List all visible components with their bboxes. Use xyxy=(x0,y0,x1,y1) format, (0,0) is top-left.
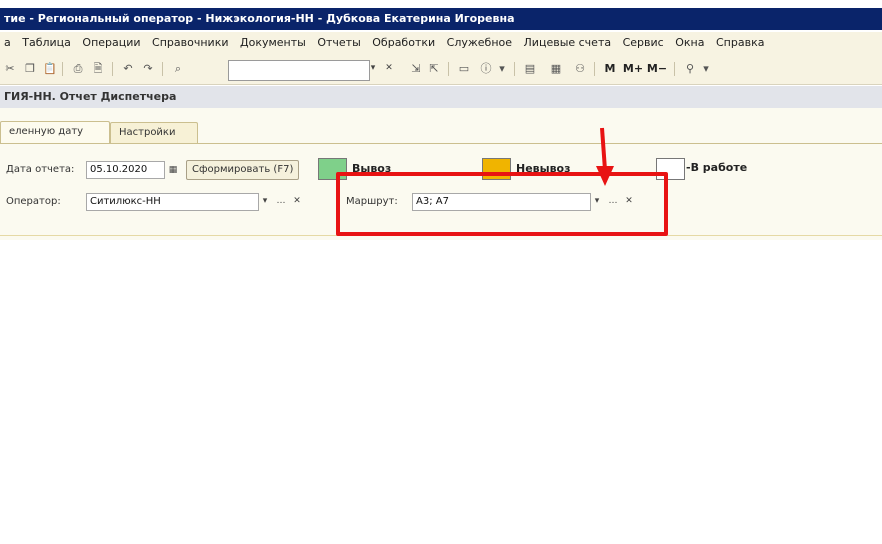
menu-item-reports[interactable]: Отчеты xyxy=(313,36,364,49)
menu-item-accounts[interactable]: Лицевые счета xyxy=(520,36,616,49)
operator-field[interactable]: Ситилюкс-НН xyxy=(86,193,259,211)
memory-button[interactable]: M xyxy=(602,61,618,77)
clear-icon[interactable]: ✕ xyxy=(290,194,304,208)
menu-item-processing[interactable]: Обработки xyxy=(368,36,439,49)
toolbar-separator xyxy=(162,62,163,76)
tab-selected-date[interactable]: еленную дату xyxy=(0,121,110,144)
annotation-arrow-icon xyxy=(596,127,614,186)
search-prev-icon[interactable]: ⇱ xyxy=(426,61,442,77)
app-window: тие - Региональный оператор - Нижэкологи… xyxy=(0,0,882,544)
menu-item-windows[interactable]: Окна xyxy=(671,36,708,49)
redo-icon[interactable]: ↷ xyxy=(140,61,156,77)
menu-item-service[interactable]: Сервис xyxy=(619,36,668,49)
chevron-down-icon[interactable]: ▾ xyxy=(366,61,380,75)
ellipsis-icon[interactable]: … xyxy=(274,194,288,208)
memory-minus-button[interactable]: M− xyxy=(646,61,668,77)
menu-item-table[interactable]: Таблица xyxy=(18,36,75,49)
preview-icon[interactable]: 🗎 xyxy=(90,61,106,77)
toolbar-separator xyxy=(112,62,113,76)
menu-item-documents[interactable]: Документы xyxy=(236,36,310,49)
find-icon[interactable]: ⌕ xyxy=(170,61,186,77)
menu-bar: а Таблица Операции Справочники Документы… xyxy=(0,32,882,54)
toolbar-separator xyxy=(62,62,63,76)
cut-icon[interactable]: ✂ xyxy=(2,61,18,77)
report-date-field[interactable]: 05.10.2020 xyxy=(86,161,165,179)
dropdown-icon[interactable]: ▾ xyxy=(494,61,510,77)
dropdown-icon[interactable]: ▾ xyxy=(698,61,714,77)
chevron-down-icon[interactable]: ▾ xyxy=(258,194,272,208)
menu-item-service-internal[interactable]: Служебное xyxy=(443,36,516,49)
operator-label: Оператор: xyxy=(6,196,61,207)
menu-item-references[interactable]: Справочники xyxy=(148,36,232,49)
toolbar-separator xyxy=(448,62,449,76)
menu-item-file[interactable]: а xyxy=(0,36,15,49)
info-icon[interactable]: ⓘ xyxy=(478,61,494,77)
settings-icon[interactable]: ⚲ xyxy=(682,61,698,77)
paste-icon[interactable]: 📋 xyxy=(42,61,58,77)
list-icon[interactable]: ▤ xyxy=(522,61,538,77)
undo-icon[interactable]: ↶ xyxy=(120,61,136,77)
window-icon[interactable]: ▭ xyxy=(456,61,472,77)
tab-divider xyxy=(0,143,882,144)
report-date-label: Дата отчета: xyxy=(6,164,75,175)
window-title: тие - Региональный оператор - Нижэкологи… xyxy=(0,8,882,30)
search-next-icon[interactable]: ⇲ xyxy=(408,61,424,77)
users-icon[interactable]: ⚇ xyxy=(572,61,588,77)
generate-button[interactable]: Сформировать (F7) xyxy=(186,160,300,180)
clear-icon[interactable]: ✕ xyxy=(382,61,396,75)
toolbar: ✂ ❐ 📋 ⎙ 🗎 ↶ ↷ ⌕ ▾ ✕ ⇲ ⇱ ▭ ⓘ ▾ ▤ ▦ ⚇ M M+… xyxy=(0,54,882,85)
search-input[interactable] xyxy=(228,60,370,81)
tab-settings[interactable]: Настройки xyxy=(110,122,198,143)
menu-item-operations[interactable]: Операции xyxy=(78,36,144,49)
calendar-icon[interactable]: ▦ xyxy=(548,61,564,77)
print-icon[interactable]: ⎙ xyxy=(70,61,86,77)
memory-plus-button[interactable]: M+ xyxy=(622,61,644,77)
calendar-icon[interactable]: ▦ xyxy=(166,163,180,177)
menu-item-help[interactable]: Справка xyxy=(712,36,768,49)
copy-icon[interactable]: ❐ xyxy=(22,61,38,77)
document-title: ГИЯ-НН. Отчет Диспетчера xyxy=(0,86,882,109)
toolbar-separator xyxy=(594,62,595,76)
toolbar-separator xyxy=(514,62,515,76)
legend-label-in-progress: -В работе xyxy=(686,161,748,174)
toolbar-separator xyxy=(674,62,675,76)
search-options: ▾ ✕ xyxy=(366,60,402,77)
